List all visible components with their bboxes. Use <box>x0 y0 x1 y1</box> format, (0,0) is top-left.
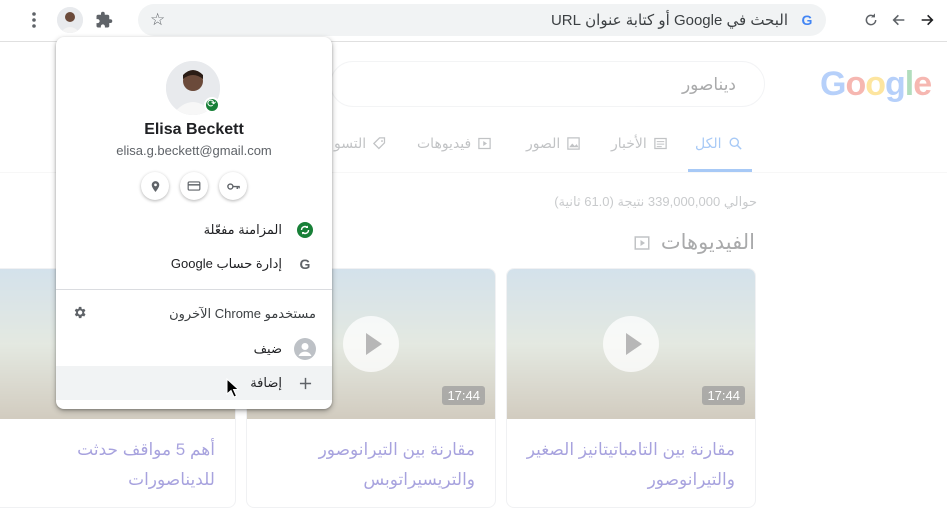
video-title[interactable]: مقارنة بين التامباتيتانيز الصغير والتيرا… <box>525 435 735 495</box>
tab-news[interactable]: الأخبار <box>611 135 668 152</box>
google-logo: Google <box>820 65 932 104</box>
avatar-image <box>57 7 83 33</box>
other-users-label: مستخدمو Chrome الآخرون <box>169 306 316 321</box>
back-arrow-icon[interactable] <box>885 6 913 34</box>
guest-profile-row[interactable]: ضيف <box>56 332 332 366</box>
videos-heading-text: الفيديوهات <box>660 231 755 254</box>
video-title[interactable]: أهم 5 مواقف حدثت للديناصورات <box>5 435 215 495</box>
google-logo-letter: o <box>865 65 886 103</box>
bookmark-star-icon[interactable]: ☆ <box>150 10 165 30</box>
tab-shopping[interactable]: التسو <box>334 135 387 152</box>
google-logo-letter: l <box>904 65 915 103</box>
payment-methods-button[interactable] <box>180 172 208 200</box>
profile-avatar-button[interactable] <box>57 7 83 33</box>
forward-arrow-icon[interactable] <box>913 6 941 34</box>
video-card[interactable]: 17:44 مقارنة بين التامباتيتانيز الصغير و… <box>506 268 756 508</box>
google-logo-letter: g <box>885 65 906 103</box>
manage-google-account-row[interactable]: G إدارة حساب Google <box>56 247 332 281</box>
video-duration: 17:44 <box>702 386 745 405</box>
profile-menu-popup: Elisa Beckett elisa.g.beckett@gmail.com … <box>56 37 332 409</box>
tab-label: التسو <box>334 135 367 151</box>
play-icon[interactable] <box>343 316 399 372</box>
video-title[interactable]: مقارنة بين التيرانوصور والتريسيراتوبس <box>265 435 475 495</box>
search-icon <box>729 137 742 150</box>
address-bar-placeholder: البحث في Google أو كتابة عنوان URL <box>550 12 788 29</box>
profile-name: Elisa Beckett <box>144 121 244 138</box>
add-profile-row[interactable]: إضافة <box>56 366 332 400</box>
plus-icon <box>296 374 314 392</box>
google-logo-letter: e <box>913 65 932 103</box>
credit-card-icon <box>187 181 201 191</box>
video-icon <box>478 137 491 150</box>
tab-label: الصور <box>526 135 561 151</box>
tab-images[interactable]: الصور <box>526 135 581 152</box>
profile-email: elisa.g.beckett@gmail.com <box>116 143 272 158</box>
image-icon <box>567 137 581 150</box>
browser-toolbar: ☆ البحث في Google أو كتابة عنوان URL G <box>0 0 947 42</box>
location-pin-icon <box>151 180 159 192</box>
google-logo-letter: o <box>845 65 866 103</box>
video-icon <box>634 235 650 250</box>
tab-label: الأخبار <box>611 135 647 151</box>
videos-heading: الفيديوهات <box>633 230 755 255</box>
tab-all[interactable]: الكل <box>695 135 743 152</box>
popup-divider <box>56 289 332 290</box>
sync-badge-icon <box>204 97 220 113</box>
address-bar[interactable]: ☆ البحث في Google أو كتابة عنوان URL G <box>138 4 826 36</box>
video-duration: 17:44 <box>442 386 485 405</box>
reload-icon[interactable] <box>857 6 885 34</box>
manage-account-label: إدارة حساب Google <box>170 256 282 271</box>
google-g-icon: G <box>801 12 813 28</box>
google-logo-letter: G <box>820 65 846 103</box>
key-icon <box>226 182 240 190</box>
passwords-button[interactable] <box>219 172 247 200</box>
sync-status-label: المزامنة مفعّلة <box>203 222 282 237</box>
guest-avatar-icon <box>294 338 316 360</box>
newspaper-icon <box>654 137 667 150</box>
add-profile-label: إضافة <box>250 375 282 390</box>
extensions-puzzle-icon[interactable] <box>90 6 118 34</box>
guest-label: ضيف <box>253 341 282 356</box>
sync-status-row[interactable]: المزامنة مفعّلة <box>56 213 332 247</box>
addresses-button[interactable] <box>141 172 169 200</box>
play-icon[interactable] <box>603 316 659 372</box>
search-input[interactable]: ديناصور <box>330 61 765 107</box>
tab-label: الكل <box>695 135 722 151</box>
gear-icon[interactable] <box>72 305 87 325</box>
sync-on-icon <box>296 221 314 239</box>
menu-kebab-icon[interactable] <box>20 6 48 34</box>
search-query: ديناصور <box>681 75 736 94</box>
tag-icon <box>373 137 386 150</box>
result-stats: حوالي 339,000,000 نتيجة (61.0 ثانية) <box>554 194 757 209</box>
mouse-pointer-icon <box>226 378 240 398</box>
video-thumbnail[interactable]: 17:44 <box>507 269 755 419</box>
other-users-header: مستخدمو Chrome الآخرون <box>56 297 332 331</box>
google-g-icon: G <box>299 256 311 272</box>
tab-label: فيديوهات <box>417 135 472 151</box>
tab-videos[interactable]: فيديوهات <box>417 135 492 152</box>
